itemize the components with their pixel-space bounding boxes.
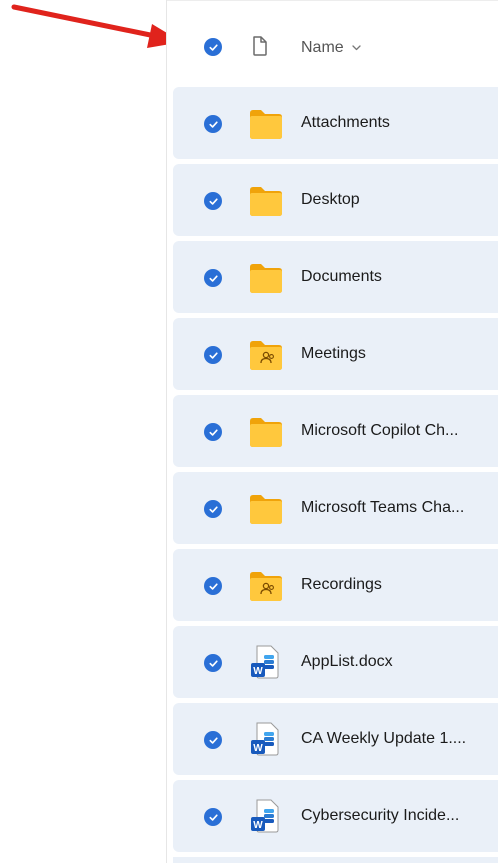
row-checkbox[interactable] — [204, 192, 222, 210]
checkmark-icon — [204, 577, 222, 595]
file-name[interactable]: Attachments — [301, 114, 390, 132]
list-header: Name — [167, 0, 498, 89]
checkmark-icon — [204, 423, 222, 441]
list-item[interactable]: Microsoft Copilot Ch... — [173, 395, 498, 467]
row-checkbox[interactable] — [204, 500, 222, 518]
svg-text:W: W — [253, 820, 263, 831]
list-item[interactable]: Recordings — [173, 549, 498, 621]
select-all-checkbox[interactable] — [204, 38, 222, 56]
list-item[interactable]: Attachments — [173, 87, 498, 159]
row-checkbox[interactable] — [204, 654, 222, 672]
file-name[interactable]: Cybersecurity Incide... — [301, 807, 459, 825]
file-name[interactable]: Documents — [301, 268, 382, 286]
next-row-partial — [173, 857, 498, 863]
folder-icon — [247, 415, 285, 449]
file-name[interactable]: Microsoft Teams Cha... — [301, 499, 464, 517]
file-list-screenshot: Name Attachments Desktop Documents Meetings… — [0, 0, 498, 863]
file-name[interactable]: Recordings — [301, 576, 382, 594]
list-item[interactable]: Documents — [173, 241, 498, 313]
checkmark-icon — [204, 346, 222, 364]
name-column-header[interactable]: Name — [301, 39, 361, 57]
file-list: Name Attachments Desktop Documents Meetings… — [166, 0, 498, 863]
file-type-icon — [250, 35, 270, 62]
checkmark-icon — [204, 115, 222, 133]
list-item[interactable]: Meetings — [173, 318, 498, 390]
file-name[interactable]: Microsoft Copilot Ch... — [301, 422, 458, 440]
row-checkbox[interactable] — [204, 731, 222, 749]
folder-icon — [247, 184, 285, 218]
list-item[interactable]: W Cybersecurity Incide... — [173, 780, 498, 852]
list-item[interactable]: W CA Weekly Update 1.... — [173, 703, 498, 775]
file-name[interactable]: AppList.docx — [301, 653, 393, 671]
shared-folder-icon — [247, 569, 285, 603]
svg-text:W: W — [253, 743, 263, 754]
row-checkbox[interactable] — [204, 423, 222, 441]
checkmark-icon — [204, 192, 222, 210]
list-item[interactable]: W AppList.docx — [173, 626, 498, 698]
list-item[interactable]: Microsoft Teams Cha... — [173, 472, 498, 544]
checkmark-icon — [204, 808, 222, 826]
checkmark-icon — [204, 731, 222, 749]
row-checkbox[interactable] — [204, 269, 222, 287]
file-name[interactable]: Meetings — [301, 345, 366, 363]
word-document-icon: W — [247, 645, 285, 680]
shared-folder-icon — [247, 338, 285, 372]
chevron-down-icon — [352, 42, 361, 54]
file-name[interactable]: Desktop — [301, 191, 360, 209]
row-checkbox[interactable] — [204, 577, 222, 595]
svg-text:W: W — [253, 666, 263, 677]
row-checkbox[interactable] — [204, 115, 222, 133]
word-document-icon: W — [247, 722, 285, 757]
folder-icon — [247, 107, 285, 141]
file-name[interactable]: CA Weekly Update 1.... — [301, 730, 466, 748]
word-document-icon: W — [247, 799, 285, 834]
list-item[interactable]: Desktop — [173, 164, 498, 236]
row-checkbox[interactable] — [204, 346, 222, 364]
checkmark-icon — [204, 269, 222, 287]
folder-icon — [247, 492, 285, 526]
checkmark-icon — [204, 654, 222, 672]
file-rows: Attachments Desktop Documents Meetings Micro… — [173, 87, 498, 857]
row-checkbox[interactable] — [204, 808, 222, 826]
checkmark-icon — [204, 500, 222, 518]
checkmark-icon — [204, 38, 222, 56]
name-column-label: Name — [301, 39, 344, 56]
folder-icon — [247, 261, 285, 295]
